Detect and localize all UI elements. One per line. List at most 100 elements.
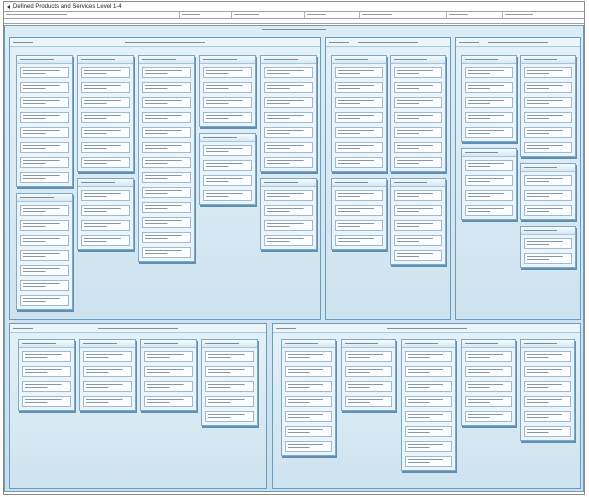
item-card[interactable] (203, 97, 252, 108)
item-card[interactable] (20, 295, 69, 306)
item-card[interactable] (142, 112, 191, 123)
group-header[interactable] (521, 227, 575, 235)
item-card[interactable] (285, 441, 332, 452)
item-card[interactable] (205, 411, 254, 422)
item-card[interactable] (335, 205, 383, 216)
item-card[interactable] (405, 426, 452, 437)
item-card[interactable] (22, 396, 71, 407)
item-card[interactable] (81, 82, 130, 93)
item-card[interactable] (465, 396, 512, 407)
group-header[interactable] (462, 149, 516, 157)
item-card[interactable] (20, 205, 69, 216)
item-card[interactable] (345, 351, 392, 362)
item-card[interactable] (83, 396, 132, 407)
group-header[interactable] (78, 179, 133, 187)
item-card[interactable] (81, 97, 130, 108)
metadata-cell[interactable] (180, 12, 232, 18)
group-header[interactable] (261, 56, 316, 64)
item-card[interactable] (144, 396, 193, 407)
item-card[interactable] (203, 112, 252, 123)
item-card[interactable] (83, 366, 132, 377)
item-card[interactable] (524, 238, 572, 249)
collapse-arrow-icon[interactable] (7, 5, 10, 9)
item-card[interactable] (20, 82, 69, 93)
item-card[interactable] (20, 235, 69, 246)
item-card[interactable] (465, 175, 513, 186)
group-header[interactable] (332, 179, 386, 187)
item-card[interactable] (22, 351, 71, 362)
item-card[interactable] (142, 97, 191, 108)
item-card[interactable] (83, 351, 132, 362)
item-card[interactable] (264, 97, 313, 108)
item-card[interactable] (394, 157, 442, 168)
item-card[interactable] (394, 142, 442, 153)
group-header[interactable] (521, 56, 575, 64)
item-card[interactable] (335, 82, 383, 93)
item-card[interactable] (264, 190, 313, 201)
item-card[interactable] (142, 127, 191, 138)
group-header[interactable] (17, 56, 72, 64)
item-card[interactable] (205, 381, 254, 392)
item-card[interactable] (524, 381, 571, 392)
item-card[interactable] (264, 235, 313, 246)
item-card[interactable] (394, 235, 442, 246)
item-card[interactable] (524, 175, 572, 186)
item-card[interactable] (203, 145, 252, 156)
item-card[interactable] (205, 351, 254, 362)
item-card[interactable] (524, 127, 572, 138)
item-card[interactable] (264, 112, 313, 123)
item-card[interactable] (142, 202, 191, 213)
item-card[interactable] (405, 396, 452, 407)
group-header[interactable] (402, 340, 455, 348)
group-header[interactable] (141, 340, 196, 348)
item-card[interactable] (465, 366, 512, 377)
item-card[interactable] (264, 82, 313, 93)
item-card[interactable] (394, 205, 442, 216)
item-card[interactable] (524, 67, 572, 78)
item-card[interactable] (285, 381, 332, 392)
item-card[interactable] (394, 190, 442, 201)
item-card[interactable] (394, 220, 442, 231)
item-card[interactable] (142, 67, 191, 78)
group-header[interactable] (200, 134, 255, 142)
item-card[interactable] (264, 220, 313, 231)
item-card[interactable] (22, 366, 71, 377)
item-card[interactable] (285, 411, 332, 422)
item-card[interactable] (335, 235, 383, 246)
group-header[interactable] (521, 340, 574, 348)
item-card[interactable] (465, 112, 513, 123)
item-card[interactable] (205, 396, 254, 407)
item-card[interactable] (335, 97, 383, 108)
item-card[interactable] (285, 366, 332, 377)
item-card[interactable] (335, 220, 383, 231)
item-card[interactable] (524, 426, 571, 437)
item-card[interactable] (142, 187, 191, 198)
item-card[interactable] (81, 142, 130, 153)
item-card[interactable] (264, 157, 313, 168)
metadata-cell[interactable] (232, 12, 305, 18)
group-header[interactable] (17, 194, 72, 202)
group-header[interactable] (332, 56, 386, 64)
item-card[interactable] (345, 381, 392, 392)
item-card[interactable] (20, 265, 69, 276)
item-card[interactable] (142, 217, 191, 228)
item-card[interactable] (203, 190, 252, 201)
item-card[interactable] (524, 142, 572, 153)
item-card[interactable] (81, 67, 130, 78)
item-card[interactable] (142, 157, 191, 168)
item-card[interactable] (394, 97, 442, 108)
item-card[interactable] (203, 175, 252, 186)
item-card[interactable] (524, 205, 572, 216)
item-card[interactable] (20, 172, 69, 183)
group-header[interactable] (78, 56, 133, 64)
item-card[interactable] (465, 205, 513, 216)
item-card[interactable] (20, 157, 69, 168)
item-card[interactable] (465, 97, 513, 108)
group-header[interactable] (202, 340, 257, 348)
metadata-cell[interactable] (503, 12, 584, 18)
item-card[interactable] (335, 127, 383, 138)
item-card[interactable] (335, 157, 383, 168)
item-card[interactable] (465, 127, 513, 138)
item-card[interactable] (465, 190, 513, 201)
item-card[interactable] (335, 67, 383, 78)
